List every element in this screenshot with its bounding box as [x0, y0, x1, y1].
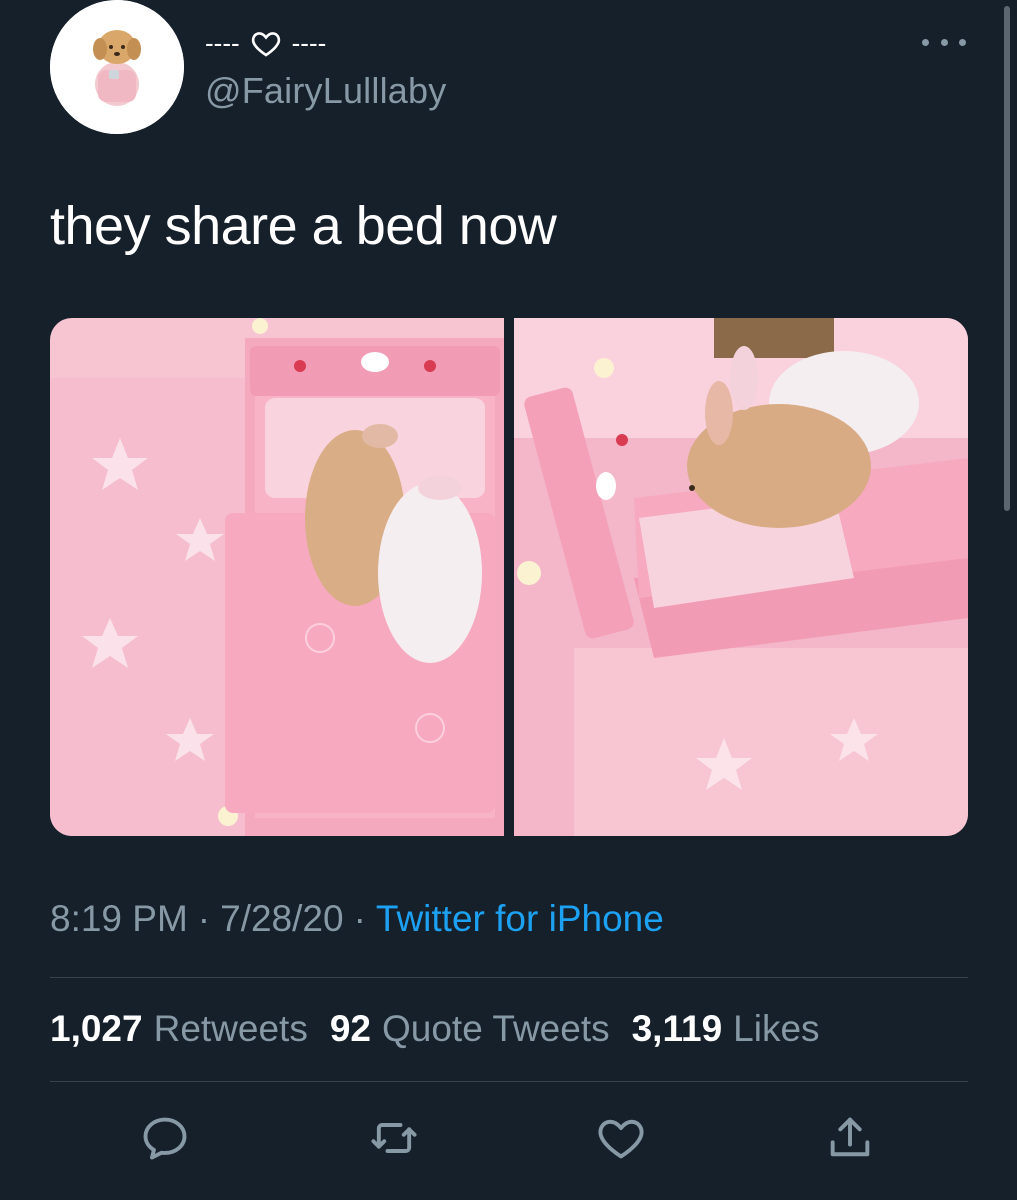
tweet-stats: 1,027 Retweets 92 Quote Tweets 3,119 Lik…	[50, 1008, 820, 1050]
divider	[50, 1081, 968, 1082]
likes-label: Likes	[733, 1008, 820, 1049]
tweet-time[interactable]: 8:19 PM	[50, 898, 188, 940]
retweets-stat[interactable]: 1,027 Retweets	[50, 1008, 308, 1050]
display-name-right: ----	[291, 27, 327, 58]
meta-separator: ·	[353, 898, 366, 939]
quote-tweets-count: 92	[329, 1008, 371, 1049]
more-dots-icon[interactable]	[922, 30, 966, 54]
retweet-icon[interactable]	[368, 1112, 420, 1164]
quote-tweets-label: Quote Tweets	[381, 1008, 610, 1049]
photo-bunnies-bed-side-view[interactable]	[514, 318, 968, 836]
tweet-actions	[0, 1112, 1017, 1164]
heart-icon[interactable]	[595, 1112, 647, 1164]
share-icon[interactable]	[824, 1112, 876, 1164]
quote-tweets-stat[interactable]: 92 Quote Tweets	[330, 1008, 610, 1050]
tweet-source-link[interactable]: Twitter for iPhone	[376, 898, 664, 940]
media-gallery	[50, 318, 968, 836]
avatar[interactable]	[50, 0, 184, 134]
display-name[interactable]: ---- ----	[205, 26, 326, 60]
user-handle[interactable]: @FairyLulllaby	[205, 70, 446, 112]
meta-separator: ·	[197, 898, 211, 939]
reply-icon[interactable]	[139, 1112, 191, 1164]
display-name-left: ----	[205, 27, 240, 58]
photo-bunnies-bed-top-view[interactable]	[50, 318, 504, 836]
divider	[50, 977, 968, 978]
tweet-date[interactable]: 7/28/20	[220, 898, 343, 940]
tweet-meta: 8:19 PM · 7/28/20 · Twitter for iPhone	[50, 898, 664, 940]
retweets-count: 1,027	[50, 1008, 143, 1049]
tweet-text: they share a bed now	[50, 196, 557, 256]
likes-stat[interactable]: 3,119 Likes	[632, 1008, 820, 1050]
retweets-label: Retweets	[153, 1008, 308, 1049]
heart-outline-icon	[250, 27, 282, 59]
scrollbar[interactable]	[1004, 6, 1010, 511]
likes-count: 3,119	[631, 1008, 723, 1049]
